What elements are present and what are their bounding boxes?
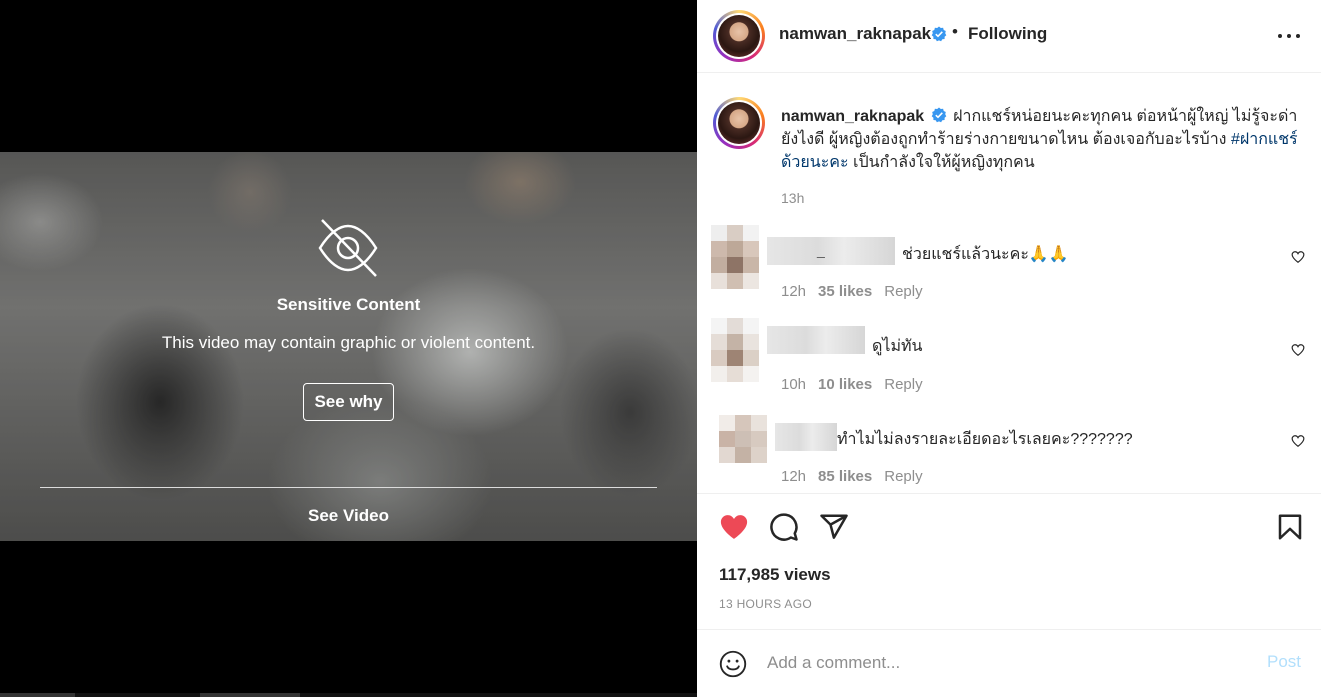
separator-dot: • — [952, 22, 958, 41]
commenter-name-blurred — [767, 326, 865, 354]
commenter-name-blurred — [775, 423, 837, 451]
comment-item: _ ช่วยแชร์แล้วนะคะ🙏🙏 12h 35 likes Reply — [697, 222, 1321, 312]
sensitive-content-overlay: Sensitive Content This video may contain… — [0, 152, 697, 541]
comment-text: ดูไม่ทัน — [872, 338, 923, 355]
comment-avatar-blurred[interactable] — [711, 318, 759, 382]
avatar[interactable] — [713, 97, 765, 149]
comment-likes[interactable]: 35 likes — [818, 283, 872, 300]
heart-outline-icon[interactable] — [1291, 434, 1305, 448]
media-bottom-edge — [0, 693, 697, 697]
comment-meta: 10h 10 likes Reply — [781, 376, 923, 393]
heart-outline-icon[interactable] — [1291, 343, 1305, 357]
caption-timestamp[interactable]: 13h — [781, 190, 804, 206]
caption-username[interactable]: namwan_raknapak — [781, 108, 924, 125]
caption-body-end: เป็นกำลังใจให้ผู้หญิงทุกคน — [848, 154, 1035, 171]
share-icon[interactable] — [819, 512, 849, 542]
header-username[interactable]: namwan_raknapak — [779, 24, 931, 44]
divider — [40, 487, 657, 488]
post-button[interactable]: Post — [1267, 652, 1301, 672]
following-button[interactable]: Following — [968, 24, 1047, 44]
emoji-icon[interactable] — [719, 650, 747, 678]
more-horizontal-icon[interactable] — [1277, 30, 1301, 42]
media-pane: Sensitive Content This video may contain… — [0, 0, 697, 697]
eye-slash-icon — [318, 219, 378, 277]
comment-input[interactable] — [767, 649, 1227, 677]
sensitive-description: This video may contain graphic or violen… — [161, 333, 536, 352]
comment-avatar-blurred[interactable] — [719, 415, 767, 479]
comment-time[interactable]: 10h — [781, 376, 806, 393]
comment-text: ทำไมไม่ลงรายละเอียดอะไรเลยคะ??????? — [837, 431, 1133, 448]
commenter-name-blurred — [767, 237, 895, 265]
verified-badge-icon — [931, 107, 946, 123]
sensitive-title: Sensitive Content — [276, 295, 421, 314]
comment-time[interactable]: 12h — [781, 468, 806, 485]
comment-text: ช่วยแชร์แล้วนะคะ🙏🙏 — [902, 246, 1069, 263]
comment-avatar-blurred[interactable] — [711, 225, 759, 289]
post-actions: 117,985 views 13 HOURS AGO — [697, 493, 1321, 630]
reply-button[interactable]: Reply — [884, 283, 922, 300]
comment-time[interactable]: 12h — [781, 283, 806, 300]
comment-meta: 12h 35 likes Reply — [781, 283, 923, 300]
comment-item: ดูไม่ทัน 10h 10 likes Reply — [697, 315, 1321, 405]
comment-likes[interactable]: 10 likes — [818, 376, 872, 393]
post-header: namwan_raknapak • Following — [697, 0, 1321, 73]
comment-meta: 12h 85 likes Reply — [781, 468, 923, 485]
caption-text: namwan_raknapak ฝากแชร์หน่อยนะคะทุกคน ต่… — [781, 105, 1306, 174]
reply-button[interactable]: Reply — [884, 468, 922, 485]
comment-icon[interactable] — [769, 512, 799, 542]
add-comment-bar: Post — [697, 630, 1321, 697]
heart-filled-icon[interactable] — [719, 512, 749, 542]
reply-button[interactable]: Reply — [884, 376, 922, 393]
commenter-name-fragment: _ — [817, 242, 825, 258]
comment-item: ทำไมไม่ลงรายละเอียดอะไรเลยคะ??????? 12h 8… — [697, 407, 1321, 497]
verified-badge-icon — [931, 26, 947, 42]
avatar[interactable] — [713, 10, 765, 62]
comment-likes[interactable]: 85 likes — [818, 468, 872, 485]
post-pane: namwan_raknapak • Following namwan_rakna… — [697, 0, 1321, 697]
see-why-button[interactable]: See why — [303, 383, 394, 421]
view-count[interactable]: 117,985 views — [719, 565, 831, 585]
bookmark-icon[interactable] — [1275, 512, 1305, 542]
post-timestamp[interactable]: 13 HOURS AGO — [719, 597, 812, 611]
see-video-button[interactable]: See Video — [0, 506, 697, 526]
heart-outline-icon[interactable] — [1291, 250, 1305, 264]
